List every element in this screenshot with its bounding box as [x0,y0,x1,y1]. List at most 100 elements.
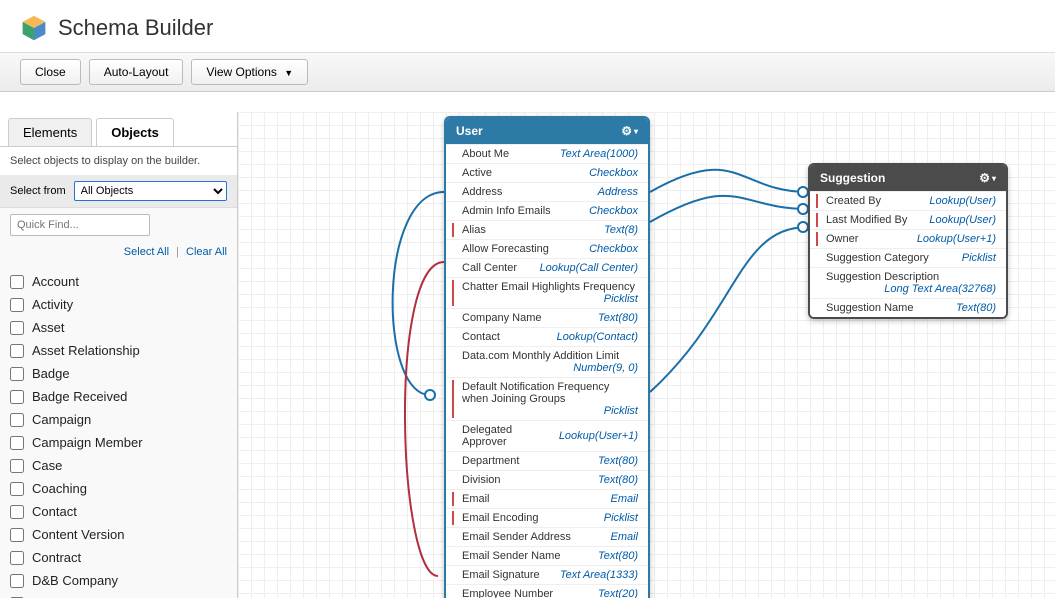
tab-elements[interactable]: Elements [8,118,92,146]
field-row[interactable]: Call CenterLookup(Call Center) [446,258,648,277]
field-row[interactable]: ActiveCheckbox [446,163,648,182]
object-checkbox[interactable] [10,321,24,335]
field-row[interactable]: AliasText(8) [446,220,648,239]
field-name: Suggestion Category [820,252,929,264]
tab-objects[interactable]: Objects [96,118,174,146]
object-label: Contact [32,504,77,519]
select-from-dropdown[interactable]: All Objects [74,181,227,201]
field-name: Admin Info Emails [456,205,551,217]
object-checkbox[interactable] [10,551,24,565]
object-label: Content Version [32,527,125,542]
canvas[interactable]: User ⚙▾ About MeText Area(1000)ActiveChe… [238,112,1055,598]
object-list-item[interactable]: Account [10,270,227,293]
field-row[interactable]: Default Notification Frequency when Join… [446,377,648,420]
field-name: Chatter Email Highlights Frequency [456,281,635,293]
field-type: Picklist [604,293,638,305]
object-checkbox[interactable] [10,390,24,404]
field-row[interactable]: Email Sender Name Text(80) [446,546,648,565]
object-list-item[interactable]: Contract [10,546,227,569]
auto-layout-button[interactable]: Auto-Layout [89,59,184,85]
object-checkbox[interactable] [10,367,24,381]
field-row[interactable]: About MeText Area(1000) [446,144,648,163]
select-all-link[interactable]: Select All [124,246,169,258]
field-name: Default Notification Frequency when Join… [456,381,638,405]
field-row[interactable]: Address Address [446,182,648,201]
object-checkbox[interactable] [10,344,24,358]
object-checkbox[interactable] [10,436,24,450]
object-checkbox[interactable] [10,275,24,289]
field-row[interactable]: Email EncodingPicklist [446,508,648,527]
view-options-button[interactable]: View Options ▼ [191,59,308,85]
field-row[interactable]: Department Text(80) [446,451,648,470]
schema-node-user[interactable]: User ⚙▾ About MeText Area(1000)ActiveChe… [444,116,650,598]
object-checkbox[interactable] [10,505,24,519]
field-name: Department [456,455,519,467]
field-name: About Me [456,148,509,160]
field-row[interactable]: Email Sender AddressEmail [446,527,648,546]
field-name: Address [456,186,502,198]
field-row[interactable]: Suggestion DescriptionLong Text Area(327… [810,267,1006,298]
node-header[interactable]: Suggestion ⚙▾ [810,165,1006,191]
object-label: D&B Company [32,573,118,588]
field-name: Last Modified By [820,214,907,226]
field-row[interactable]: Suggestion NameText(80) [810,298,1006,317]
close-button[interactable]: Close [20,59,81,85]
field-row[interactable]: Data.com Monthly Addition LimitNumber(9,… [446,346,648,377]
object-label: Campaign [32,412,91,427]
object-list-item[interactable]: Coaching [10,477,227,500]
field-row[interactable]: Company NameText(80) [446,308,648,327]
field-type: Long Text Area(32768) [884,283,996,295]
clear-all-link[interactable]: Clear All [186,246,227,258]
field-row[interactable]: ContactLookup(Contact) [446,327,648,346]
object-list-item[interactable]: Badge Received [10,385,227,408]
gear-icon[interactable]: ⚙▾ [979,171,996,185]
object-list-item[interactable]: Asset [10,316,227,339]
object-list-item[interactable]: Activity [10,293,227,316]
quick-find-input[interactable] [10,214,150,236]
object-checkbox[interactable] [10,459,24,473]
field-type: Checkbox [589,205,638,217]
field-row[interactable]: Created ByLookup(User) [810,191,1006,210]
field-row[interactable]: Email SignatureText Area(1333) [446,565,648,584]
object-list-item[interactable]: Badge [10,362,227,385]
field-name: Email Sender Name [456,550,560,562]
schema-node-suggestion[interactable]: Suggestion ⚙▾ Created ByLookup(User)Last… [808,163,1008,319]
object-list-item[interactable]: Duplicate Record Item [10,592,227,598]
field-name: Alias [456,224,486,236]
object-checkbox[interactable] [10,574,24,588]
object-list[interactable]: AccountActivityAssetAsset RelationshipBa… [0,266,237,598]
object-list-item[interactable]: Asset Relationship [10,339,227,362]
object-checkbox[interactable] [10,482,24,496]
object-list-item[interactable]: Contact [10,500,227,523]
field-row[interactable]: OwnerLookup(User+1) [810,229,1006,248]
field-type: Address [598,186,638,198]
app-logo-icon [20,14,48,42]
field-row[interactable]: EmailEmail [446,489,648,508]
object-label: Case [32,458,62,473]
field-row[interactable]: Admin Info Emails Checkbox [446,201,648,220]
field-row[interactable]: Employee NumberText(20) [446,584,648,598]
object-list-item[interactable]: D&B Company [10,569,227,592]
field-row[interactable]: DivisionText(80) [446,470,648,489]
object-list-item[interactable]: Campaign [10,408,227,431]
object-checkbox[interactable] [10,413,24,427]
field-type: Text Area(1333) [560,569,638,581]
field-row[interactable]: Suggestion Category Picklist [810,248,1006,267]
field-name: Call Center [456,262,517,274]
object-list-item[interactable]: Content Version [10,523,227,546]
object-checkbox[interactable] [10,298,24,312]
field-row[interactable]: Chatter Email Highlights FrequencyPickli… [446,277,648,308]
field-row[interactable]: Last Modified ByLookup(User) [810,210,1006,229]
field-type: Text(80) [598,550,638,562]
node-body: About MeText Area(1000)ActiveCheckboxAdd… [446,144,648,598]
node-header[interactable]: User ⚙▾ [446,118,648,144]
field-type: Picklist [962,252,996,264]
object-checkbox[interactable] [10,528,24,542]
field-type: Lookup(User+1) [559,430,638,442]
object-list-item[interactable]: Campaign Member [10,431,227,454]
field-row[interactable]: Delegated ApproverLookup(User+1) [446,420,648,451]
object-list-item[interactable]: Case [10,454,227,477]
gear-icon[interactable]: ⚙▾ [621,124,638,138]
field-row[interactable]: Allow ForecastingCheckbox [446,239,648,258]
field-type: Text(80) [598,455,638,467]
